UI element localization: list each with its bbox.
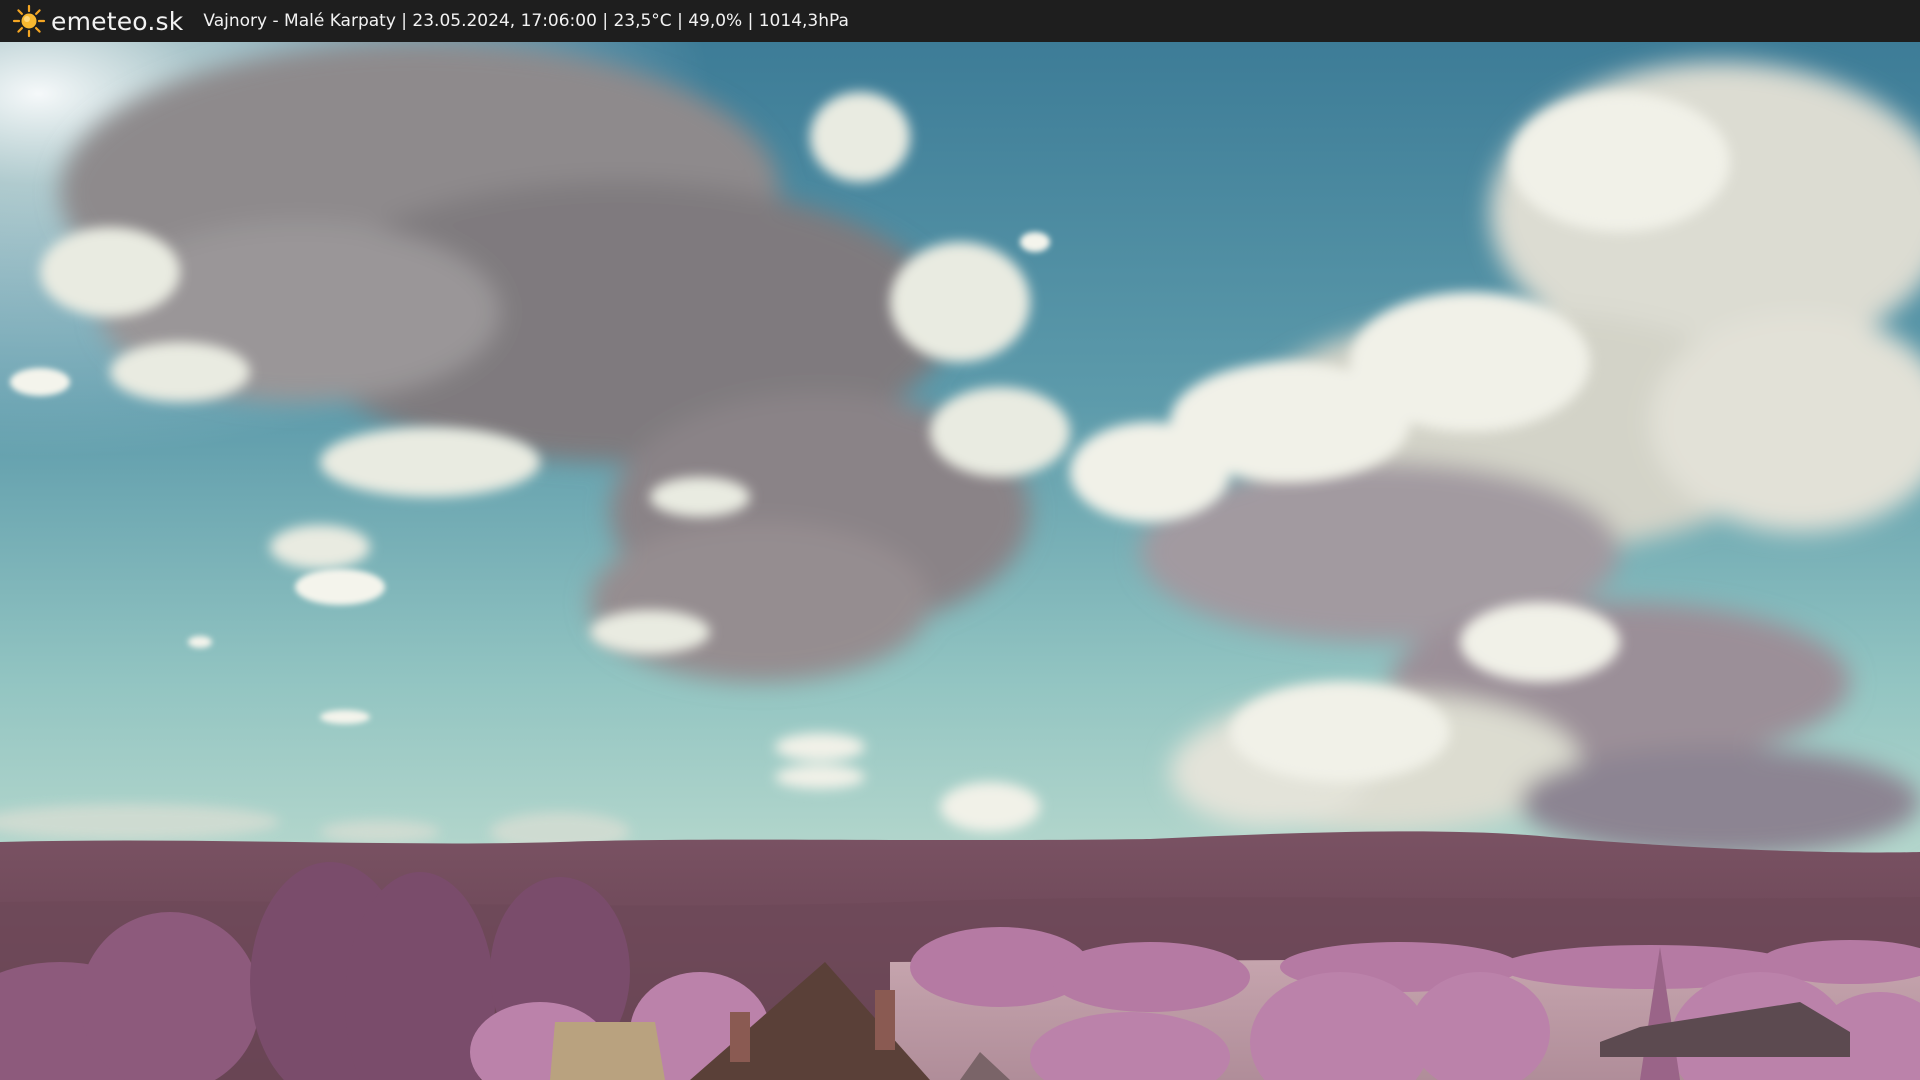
weather-caption: Vajnory - Malé Karpaty | 23.05.2024, 17:… [203, 11, 849, 31]
header-bar: emeteo.sk Vajnory - Malé Karpaty | 23.05… [0, 0, 1920, 42]
webcam-frame: emeteo.sk Vajnory - Malé Karpaty | 23.05… [0, 0, 1920, 1080]
site-brand[interactable]: emeteo.sk [51, 7, 183, 36]
webcam-image [0, 42, 1920, 1080]
sun-icon [12, 4, 46, 38]
